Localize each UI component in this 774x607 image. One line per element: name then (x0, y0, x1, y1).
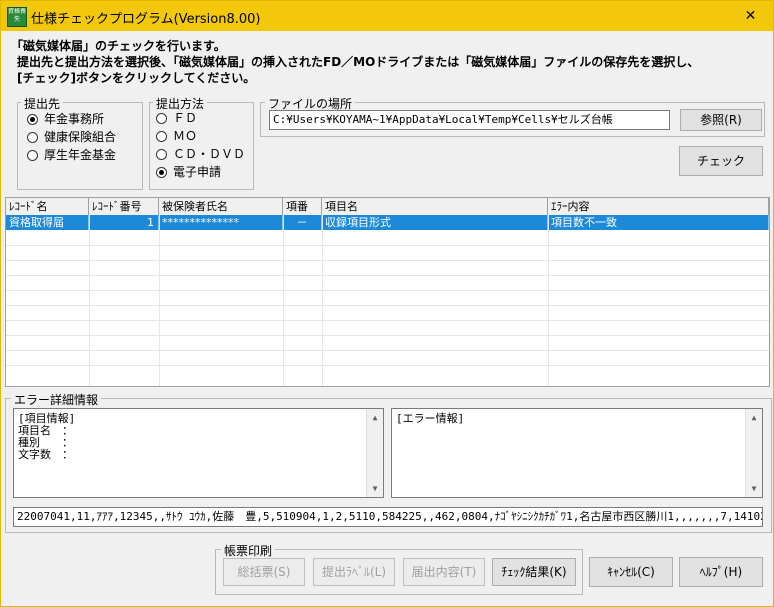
window-title: 仕様チェックプログラム(Version8.00) (31, 12, 261, 27)
radio-dot (27, 150, 38, 161)
grid-divider (6, 260, 769, 261)
radio-pension-fund[interactable]: 厚生年金基金 (27, 147, 116, 163)
col-record-name[interactable]: ﾚｺｰﾄﾞ名 (6, 198, 89, 215)
radio-dot (156, 149, 167, 160)
scroll-up-icon[interactable]: ▲ (367, 409, 383, 426)
cancel-button[interactable]: ｷｬﾝｾﾙ(C) (589, 557, 673, 587)
cell-item-no: － (283, 215, 322, 230)
result-grid[interactable]: ﾚｺｰﾄﾞ名 ﾚｺｰﾄﾞ番号 被保険者氏名 項番 項目名 ｴﾗｰ内容 資格取得届… (5, 197, 770, 387)
scroll-down-icon[interactable]: ▼ (746, 480, 762, 497)
grid-divider (6, 335, 769, 336)
col-item-name[interactable]: 項目名 (322, 198, 548, 215)
radio-health-insurance[interactable]: 健康保険組合 (27, 129, 116, 145)
title-bar[interactable]: 資格喪失 仕様チェックプログラム(Version8.00) ✕ (1, 1, 773, 31)
check-button[interactable]: チェック (679, 146, 763, 176)
item-info-line: 文字数 ： (18, 448, 73, 461)
submit-to-label: 提出先 (21, 95, 64, 112)
radio-dot (156, 113, 167, 124)
cell-record-name: 資格取得届 (6, 215, 89, 230)
browse-button[interactable]: 参照(R) (680, 109, 762, 131)
app-icon: 資格喪失 (7, 7, 27, 27)
instruction-line-1: 「磁気媒体届」のチェックを行います。 (11, 39, 226, 53)
radio-mo[interactable]: ＭＯ (156, 128, 197, 144)
col-item-no[interactable]: 項番 (283, 198, 322, 215)
grid-divider (6, 350, 769, 351)
table-row[interactable]: 資格取得届 1 ************** － 収録項目形式 項目数不一致 (6, 215, 769, 230)
col-error[interactable]: ｴﾗｰ内容 (548, 198, 769, 215)
vertical-scrollbar[interactable]: ▲ ▼ (745, 409, 762, 497)
grid-divider (89, 215, 90, 386)
item-info-textbox[interactable]: [項目情報] 項目名 ： 種別 ： 文字数 ： ▲ ▼ (13, 408, 384, 498)
cell-item-name: 収録項目形式 (322, 215, 548, 230)
grid-divider (548, 215, 549, 386)
error-detail-label: エラー詳細情報 (11, 391, 102, 408)
vertical-scrollbar[interactable]: ▲ ▼ (366, 409, 383, 497)
radio-pension-office[interactable]: 年金事務所 (27, 111, 104, 127)
instruction-line-2: 提出先と提出方法を選択後、「磁気媒体届」の挿入されたFD／MOドライブまたは「磁… (17, 55, 700, 69)
radio-e-application[interactable]: 電子申請 (156, 164, 221, 180)
grid-divider (6, 275, 769, 276)
instruction-line-3: [チェック]ボタンをクリックしてください。 (17, 71, 256, 85)
cell-insured-name: ************** (159, 215, 283, 230)
radio-dot (156, 131, 167, 142)
grid-divider (283, 215, 284, 386)
grid-divider (6, 245, 769, 246)
help-button[interactable]: ﾍﾙﾌﾟ(H) (679, 557, 763, 587)
grid-divider (6, 365, 769, 366)
submission-label-button[interactable]: 提出ﾗﾍﾞﾙ(L) (313, 558, 395, 586)
summary-sheet-button[interactable]: 総括票(S) (223, 558, 305, 586)
scroll-down-icon[interactable]: ▼ (367, 480, 383, 497)
notification-content-button[interactable]: 届出内容(T) (403, 558, 485, 586)
grid-divider (322, 215, 323, 386)
grid-divider (159, 215, 160, 386)
file-path-input[interactable]: C:¥Users¥KOYAMA~1¥AppData¥Local¥Temp¥Cel… (269, 110, 670, 130)
cell-error: 項目数不一致 (548, 215, 769, 230)
grid-header: ﾚｺｰﾄﾞ名 ﾚｺｰﾄﾞ番号 被保険者氏名 項番 項目名 ｴﾗｰ内容 (6, 198, 769, 216)
error-info-line: [エラー情報] (396, 412, 465, 425)
main-window: 資格喪失 仕様チェックプログラム(Version8.00) ✕ 「磁気媒体届」の… (0, 0, 774, 607)
radio-dot (156, 167, 167, 178)
close-button[interactable]: ✕ (728, 1, 773, 31)
radio-fd[interactable]: ＦＤ (156, 110, 197, 126)
cell-record-no: 1 (89, 215, 159, 230)
record-text-field[interactable]: 22007041,11,ｱｱｱ,12345,,ｻﾄｳ ﾕｳｶ,佐藤 豊,5,51… (13, 507, 763, 527)
error-info-textbox[interactable]: [エラー情報] ▲ ▼ (391, 408, 763, 498)
radio-cd-dvd[interactable]: ＣＤ・ＤＶＤ (156, 146, 245, 162)
grid-divider (6, 305, 769, 306)
print-group-label: 帳票印刷 (221, 542, 276, 559)
col-record-no[interactable]: ﾚｺｰﾄﾞ番号 (89, 198, 159, 215)
col-insured-name[interactable]: 被保険者氏名 (159, 198, 283, 215)
grid-divider (6, 320, 769, 321)
check-result-button[interactable]: ﾁｪｯｸ結果(K) (492, 558, 576, 586)
grid-divider (6, 290, 769, 291)
radio-dot (27, 132, 38, 143)
radio-dot (27, 114, 38, 125)
scroll-up-icon[interactable]: ▲ (746, 409, 762, 426)
